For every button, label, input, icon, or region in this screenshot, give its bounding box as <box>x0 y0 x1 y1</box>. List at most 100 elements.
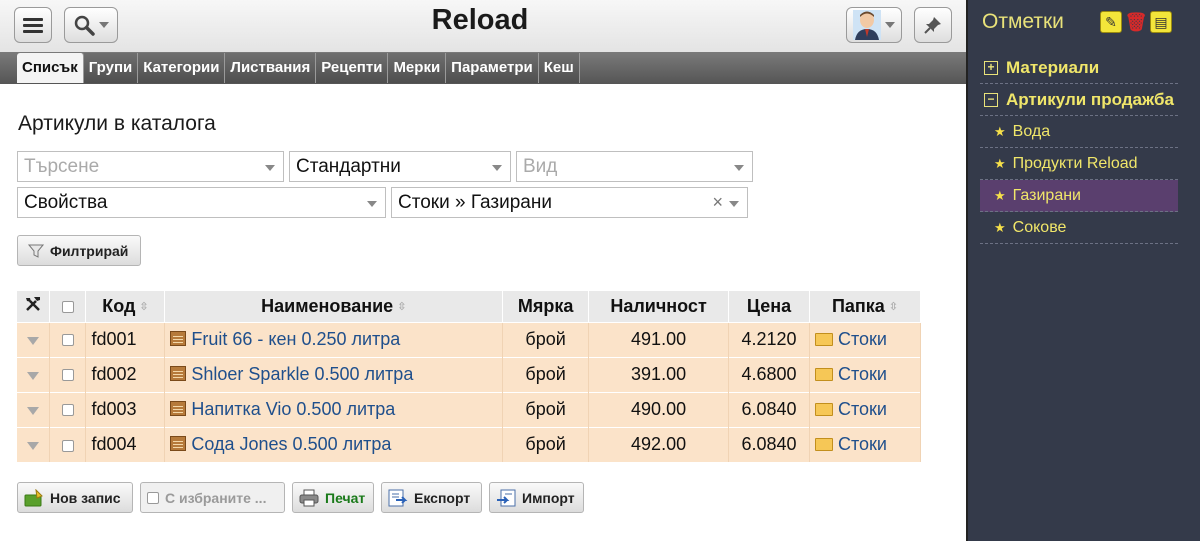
collapse-icon[interactable]: − <box>984 92 998 107</box>
sidebar-item-reload-products[interactable]: ★ Продукти Reload <box>980 148 1178 180</box>
tab-recipes[interactable]: Рецепти <box>316 53 389 83</box>
tab-units[interactable]: Мерки <box>388 53 447 83</box>
expand-icon[interactable]: + <box>984 60 998 75</box>
folder-link[interactable]: Стоки <box>838 434 887 454</box>
table-row[interactable]: fd004 Сода Jones 0.500 литра брой 492.00… <box>17 426 921 462</box>
folder-link[interactable]: Стоки <box>838 399 887 419</box>
tree-group-materials[interactable]: + Материали <box>980 52 1178 84</box>
column-header-qty[interactable]: Наличност <box>588 291 730 322</box>
product-link[interactable]: Fruit 66 - кен 0.250 литра <box>191 329 400 349</box>
filter-button[interactable]: Филтрирай <box>17 235 141 266</box>
column-header-code[interactable]: Код ⇳ <box>85 291 166 322</box>
with-selected-button[interactable]: С избраните ... <box>140 482 285 513</box>
column-header-name[interactable]: Наименование ⇳ <box>164 291 504 322</box>
search-button[interactable] <box>64 7 118 43</box>
search-icon <box>74 15 95 36</box>
row-checkbox[interactable] <box>61 439 74 452</box>
search-select[interactable]: Търсене <box>17 151 284 182</box>
row-menu[interactable] <box>17 391 51 427</box>
export-icon <box>388 489 408 506</box>
funnel-icon <box>28 244 44 258</box>
cell-folder[interactable]: Стоки <box>809 391 921 427</box>
list-icon[interactable]: ▤ <box>1150 11 1172 33</box>
select-all-column[interactable] <box>49 291 87 322</box>
row-menu[interactable] <box>17 426 51 462</box>
sidebar-item-label: Вода <box>1012 122 1051 140</box>
row-select[interactable] <box>49 321 87 357</box>
cell-unit: брой <box>502 321 590 357</box>
column-header-folder[interactable]: Папка ⇳ <box>809 291 921 322</box>
sidebar-item-water[interactable]: ★ Вода <box>980 116 1178 148</box>
menu-button[interactable] <box>14 7 52 43</box>
trash-icon[interactable]: 🗑 <box>1125 11 1148 33</box>
sidebar-item-juices[interactable]: ★ Сокове <box>980 212 1178 244</box>
cell-folder[interactable]: Стоки <box>809 321 921 357</box>
cell-qty: 490.00 <box>588 391 730 427</box>
table-row[interactable]: fd001 Fruit 66 - кен 0.250 литра брой 49… <box>17 321 921 357</box>
clear-icon[interactable]: × <box>712 188 723 217</box>
product-link[interactable]: Сода Jones 0.500 литра <box>191 434 391 454</box>
star-icon: ★ <box>994 219 1006 235</box>
row-select[interactable] <box>49 356 87 392</box>
cell-folder[interactable]: Стоки <box>809 356 921 392</box>
properties-select[interactable]: Свойства <box>17 187 386 218</box>
column-header-price-label: Цена <box>746 295 792 316</box>
product-box-icon <box>170 436 187 452</box>
sort-icon: ⇳ <box>139 300 149 313</box>
column-header-unit-label: Мярка <box>517 295 574 316</box>
user-menu-button[interactable] <box>846 7 902 43</box>
cell-name[interactable]: Напитка Vio 0.500 литра <box>164 391 504 427</box>
sidebar-item-carbonated[interactable]: ★ Газирани <box>980 180 1178 212</box>
edit-icon[interactable]: ✎ <box>1100 11 1122 33</box>
tab-categories[interactable]: Категории <box>138 53 226 83</box>
page-title: Артикули в каталога <box>18 112 216 135</box>
row-checkbox[interactable] <box>61 404 74 417</box>
column-header-price[interactable]: Цена <box>728 291 810 322</box>
tree-group-sales-articles[interactable]: − Артикули продажба <box>980 84 1178 116</box>
row-select[interactable] <box>49 391 87 427</box>
printer-icon <box>299 489 319 506</box>
tab-cache[interactable]: Кеш <box>538 53 580 83</box>
cell-code: fd001 <box>85 321 166 357</box>
folder-link[interactable]: Стоки <box>838 364 887 384</box>
tab-parameters[interactable]: Параметри <box>446 53 539 83</box>
cell-unit: брой <box>502 356 590 392</box>
tab-list[interactable]: Списък <box>17 53 84 83</box>
row-select[interactable] <box>49 426 87 462</box>
row-checkbox[interactable] <box>61 334 74 347</box>
pin-button[interactable] <box>914 7 952 43</box>
row-checkbox[interactable] <box>61 369 74 382</box>
with-selected-label: С избраните ... <box>165 489 267 506</box>
tab-groups[interactable]: Групи <box>83 53 139 83</box>
folder-link[interactable]: Стоки <box>838 329 887 349</box>
view-select[interactable]: Стандартни <box>289 151 511 182</box>
star-icon: ★ <box>994 187 1006 203</box>
product-link[interactable]: Shloer Sparkle 0.500 литра <box>191 364 413 384</box>
table-row[interactable]: fd003 Напитка Vio 0.500 литра брой 490.0… <box>17 391 921 427</box>
select-all-checkbox[interactable] <box>61 301 74 313</box>
tab-bar: Списък Групи Категории Листвания Рецепти… <box>0 52 966 84</box>
import-button[interactable]: Импорт <box>489 482 584 513</box>
product-link[interactable]: Напитка Vio 0.500 литра <box>191 399 395 419</box>
cell-folder[interactable]: Стоки <box>809 426 921 462</box>
row-menu[interactable] <box>17 321 51 357</box>
cell-unit: брой <box>502 391 590 427</box>
tab-listings[interactable]: Листвания <box>225 53 317 83</box>
table-row[interactable]: fd002 Shloer Sparkle 0.500 литра брой 39… <box>17 356 921 392</box>
filter-button-label: Филтрирай <box>50 242 129 259</box>
tools-column-header[interactable] <box>17 291 51 322</box>
cell-name[interactable]: Сода Jones 0.500 литра <box>164 426 504 462</box>
new-record-button[interactable]: Нов запис <box>17 482 133 513</box>
cell-name[interactable]: Fruit 66 - кен 0.250 литра <box>164 321 504 357</box>
print-button[interactable]: Печат <box>292 482 374 513</box>
type-select[interactable]: Вид <box>516 151 753 182</box>
sort-icon: ⇳ <box>397 300 407 313</box>
export-button[interactable]: Експорт <box>381 482 482 513</box>
cell-qty: 391.00 <box>588 356 730 392</box>
folder-select[interactable]: Стоки » Газирани × <box>391 187 748 218</box>
row-menu[interactable] <box>17 356 51 392</box>
cell-name[interactable]: Shloer Sparkle 0.500 литра <box>164 356 504 392</box>
column-header-unit[interactable]: Мярка <box>502 291 590 322</box>
bookmarks-tree: + Материали − Артикули продажба ★ Вода ★… <box>980 52 1178 244</box>
sidebar-title: Отметки <box>982 10 1064 33</box>
